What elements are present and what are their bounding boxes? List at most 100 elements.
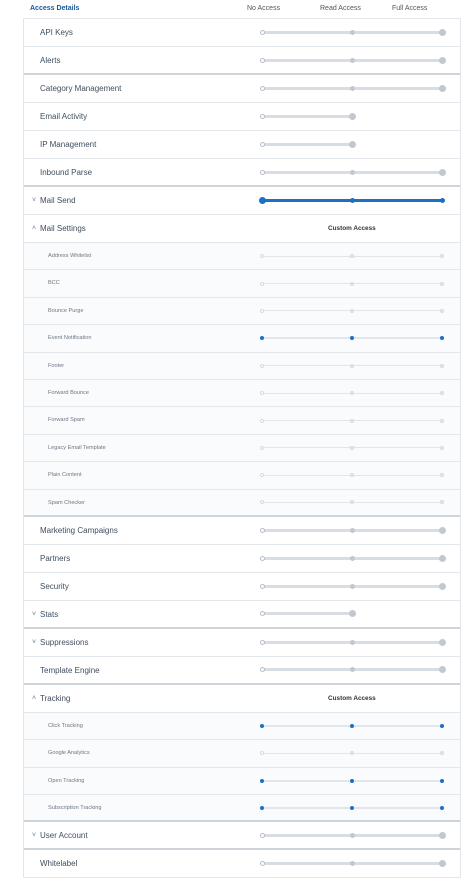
slider-stop-read-access[interactable]	[349, 57, 355, 63]
slider-stop-full-access[interactable]	[438, 85, 446, 92]
chevron-down-icon[interactable]: ˅	[32, 629, 36, 657]
slider-stop-read-access[interactable]	[348, 610, 356, 618]
slider-track[interactable]	[262, 115, 352, 118]
access-level-slider[interactable]	[260, 740, 444, 766]
access-level-slider[interactable]	[260, 462, 444, 488]
chevron-down-icon[interactable]: ˅	[32, 822, 36, 850]
access-level-slider[interactable]	[260, 490, 444, 515]
slider-stop-full-access[interactable]	[438, 582, 446, 590]
slider-stop-no-access[interactable]	[259, 639, 265, 645]
slider-stop-full-access[interactable]	[440, 445, 444, 450]
slider-stop-no-access[interactable]	[259, 57, 265, 63]
slider-stop-full-access[interactable]	[438, 860, 446, 868]
access-level-slider[interactable]	[260, 270, 444, 296]
access-level-slider[interactable]	[260, 298, 444, 324]
slider-stop-full-access[interactable]	[440, 308, 444, 313]
access-level-slider[interactable]	[259, 19, 446, 46]
slider-stop-read-access[interactable]	[349, 198, 355, 203]
slider-stop-full-access[interactable]	[440, 281, 444, 286]
slider-stop-no-access[interactable]	[260, 391, 264, 396]
slider-stop-read-access[interactable]	[349, 555, 355, 561]
slider-stop-read-access[interactable]	[349, 832, 355, 838]
slider-stop-read-access[interactable]	[348, 113, 356, 120]
access-level-slider[interactable]	[259, 517, 446, 544]
slider-stop-full-access[interactable]	[440, 363, 444, 368]
access-level-slider[interactable]	[259, 47, 446, 73]
slider-stop-no-access[interactable]	[260, 751, 264, 756]
slider-stop-no-access[interactable]	[259, 667, 265, 673]
access-level-slider[interactable]	[259, 103, 444, 130]
access-level-slider[interactable]	[258, 187, 445, 214]
permission-row-stats[interactable]: ˅ Stats	[24, 601, 460, 629]
slider-stop-full-access[interactable]	[438, 526, 446, 534]
slider-stop-no-access[interactable]	[259, 30, 265, 35]
slider-stop-no-access[interactable]	[260, 336, 264, 341]
access-level-slider[interactable]	[259, 601, 444, 627]
slider-stop-read-access[interactable]	[350, 391, 354, 396]
access-level-slider[interactable]	[260, 407, 444, 433]
permission-row-mail-settings[interactable]: ˄ Mail Settings Custom Access	[24, 215, 460, 243]
slider-stop-no-access[interactable]	[260, 500, 264, 505]
slider-stop-read-access[interactable]	[350, 336, 354, 341]
slider-stop-read-access[interactable]	[350, 308, 354, 313]
slider-track[interactable]	[262, 612, 352, 616]
slider-stop-no-access[interactable]	[259, 86, 265, 91]
slider-stop-read-access[interactable]	[350, 500, 354, 505]
slider-stop-full-access[interactable]	[440, 336, 444, 341]
slider-stop-read-access[interactable]	[349, 861, 355, 867]
slider-stop-read-access[interactable]	[348, 141, 356, 148]
access-level-slider[interactable]	[260, 353, 444, 379]
permission-row-suppressions[interactable]: ˅ Suppressions	[24, 629, 460, 657]
slider-stop-full-access[interactable]	[438, 56, 446, 64]
slider-stop-full-access[interactable]	[438, 554, 446, 562]
slider-stop-full-access[interactable]	[439, 198, 445, 203]
slider-stop-read-access[interactable]	[349, 639, 355, 645]
slider-stop-no-access[interactable]	[260, 418, 264, 423]
slider-stop-no-access[interactable]	[260, 805, 264, 810]
slider-stop-no-access[interactable]	[259, 611, 265, 617]
access-level-slider[interactable]	[259, 159, 446, 185]
slider-stop-read-access[interactable]	[349, 86, 355, 91]
slider-stop-full-access[interactable]	[440, 778, 444, 783]
slider-stop-full-access[interactable]	[440, 473, 444, 478]
access-level-slider[interactable]	[260, 243, 444, 269]
slider-stop-no-access[interactable]	[260, 724, 264, 729]
slider-stop-read-access[interactable]	[350, 363, 354, 368]
slider-stop-no-access[interactable]	[259, 555, 265, 561]
slider-stop-read-access[interactable]	[349, 30, 355, 35]
slider-stop-no-access[interactable]	[260, 363, 264, 368]
slider-stop-full-access[interactable]	[438, 831, 446, 839]
slider-stop-no-access[interactable]	[259, 583, 265, 589]
slider-stop-full-access[interactable]	[438, 666, 446, 674]
slider-stop-read-access[interactable]	[350, 473, 354, 478]
slider-stop-full-access[interactable]	[438, 29, 446, 36]
slider-stop-read-access[interactable]	[349, 527, 355, 533]
slider-stop-no-access[interactable]	[259, 142, 265, 147]
slider-stop-read-access[interactable]	[350, 805, 354, 810]
slider-stop-no-access[interactable]	[260, 778, 264, 783]
slider-stop-full-access[interactable]	[440, 805, 444, 810]
permission-row-user-account[interactable]: ˅ User Account	[24, 822, 460, 851]
slider-stop-full-access[interactable]	[440, 254, 444, 259]
slider-stop-read-access[interactable]	[350, 724, 354, 729]
access-level-slider[interactable]	[260, 325, 444, 351]
slider-stop-full-access[interactable]	[440, 724, 444, 729]
slider-stop-no-access[interactable]	[260, 281, 264, 286]
slider-stop-read-access[interactable]	[350, 445, 354, 450]
chevron-down-icon[interactable]: ˅	[32, 601, 36, 629]
access-level-slider[interactable]	[260, 768, 444, 794]
slider-stop-full-access[interactable]	[440, 418, 444, 423]
permission-row-tracking[interactable]: ˄ Tracking Custom Access	[24, 685, 460, 713]
access-level-slider[interactable]	[259, 629, 446, 656]
slider-stop-no-access[interactable]	[259, 114, 265, 119]
slider-stop-no-access[interactable]	[259, 169, 265, 175]
slider-stop-full-access[interactable]	[438, 638, 446, 646]
slider-stop-no-access[interactable]	[260, 473, 264, 478]
chevron-down-icon[interactable]: ˅	[32, 187, 36, 215]
access-level-slider[interactable]	[260, 713, 444, 739]
slider-stop-no-access[interactable]	[259, 861, 265, 867]
slider-stop-full-access[interactable]	[438, 168, 446, 176]
chevron-up-icon[interactable]: ˄	[32, 215, 36, 243]
slider-stop-no-access[interactable]	[258, 197, 266, 204]
slider-stop-no-access[interactable]	[260, 254, 264, 259]
